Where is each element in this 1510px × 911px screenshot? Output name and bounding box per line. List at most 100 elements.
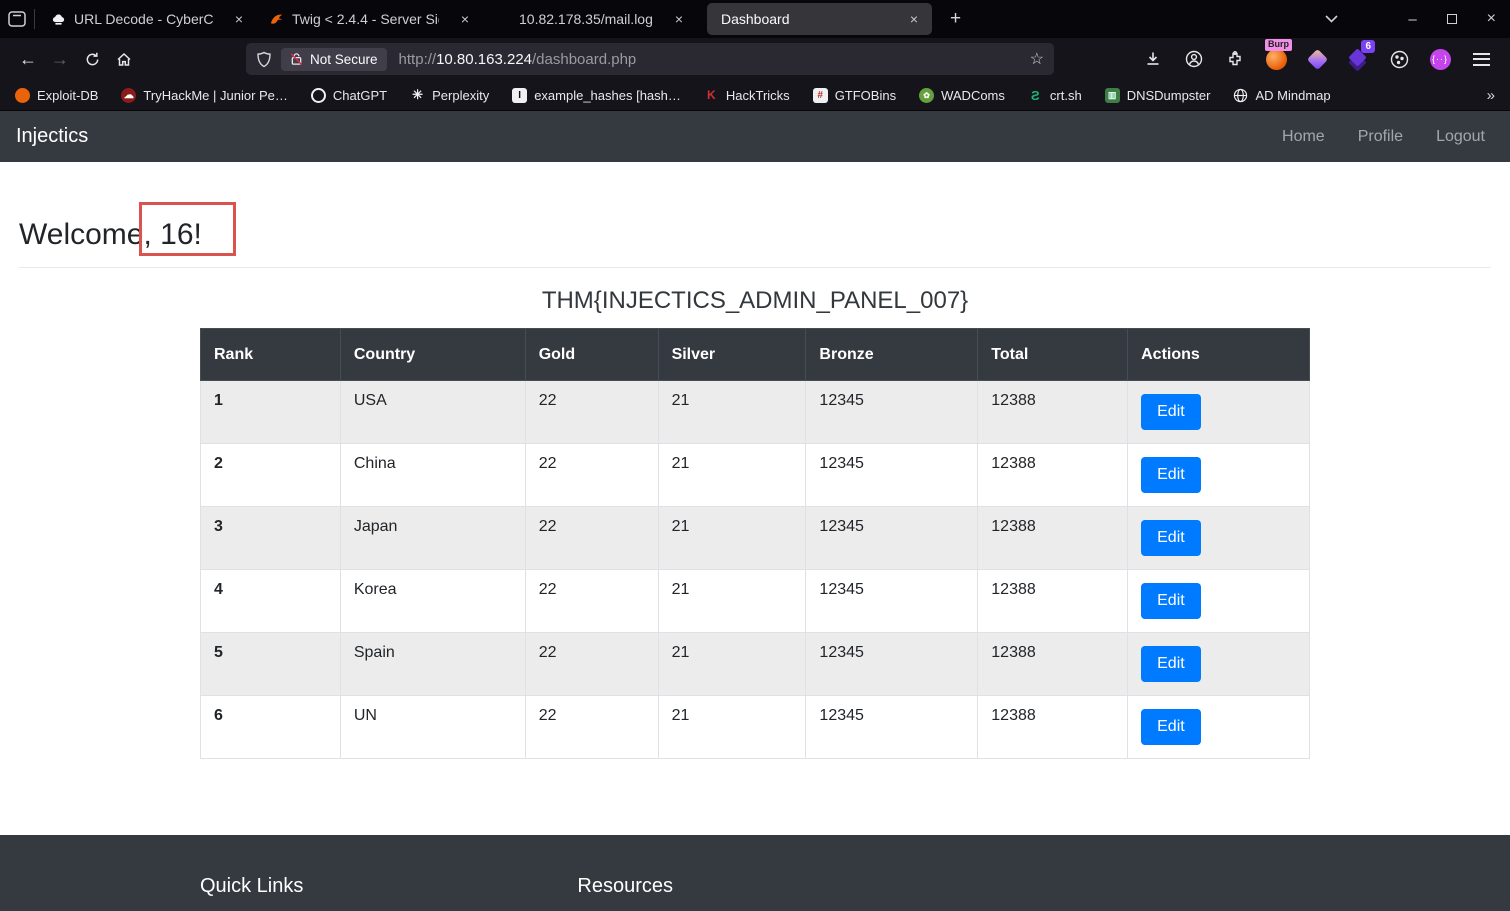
bookmark-hacktricks[interactable]: K HackTricks [704, 88, 790, 103]
tab-exploitdb-twig[interactable]: Twig < 2.4.4 - Server Side × [257, 0, 483, 38]
firefox-view-icon[interactable] [0, 0, 34, 38]
tab-dashboard-active[interactable]: Dashboard × [707, 3, 932, 35]
bookmark-ad-mindmap[interactable]: AD Mindmap [1233, 87, 1331, 103]
cell-rank: 1 [200, 380, 341, 444]
downloads-icon[interactable] [1140, 46, 1166, 72]
cell-bronze: 12345 [805, 569, 979, 633]
url-text: http://10.80.163.224/dashboard.php [399, 51, 637, 68]
welcome-prefix: Welcome, [19, 218, 152, 251]
bookmark-label: HackTricks [725, 87, 790, 103]
not-secure-chip[interactable]: Not Secure [281, 47, 387, 71]
forward-button: → [51, 48, 69, 69]
tab-close-icon[interactable]: × [457, 11, 473, 27]
tryhackme-icon: ☁ [121, 87, 137, 103]
cell-silver: 21 [657, 380, 807, 444]
bookmark-label: crt.sh [1049, 87, 1082, 103]
burp-badge: Burp [1265, 39, 1292, 51]
table-row: 5 Spain 22 21 12345 12388 Edit [200, 632, 1310, 696]
bookmark-label: Exploit-DB [37, 87, 99, 103]
bookmark-label: TryHackMe | Junior Pe… [143, 87, 288, 103]
cell-silver: 21 [657, 632, 807, 696]
bookmark-dnsdumpster[interactable]: ▥ DNSDumpster [1104, 87, 1210, 103]
tab-close-icon[interactable]: × [671, 11, 687, 27]
extensions-puzzle-icon[interactable] [1222, 46, 1248, 72]
app-menu-hamburger-icon[interactable] [1468, 46, 1494, 72]
edit-button[interactable]: Edit [1141, 520, 1201, 556]
perplexity-icon: ✳ [412, 87, 424, 102]
tab-mail-log[interactable]: 10.82.178.35/mail.log × [483, 0, 705, 38]
window-close-button[interactable]: × [1487, 10, 1496, 28]
home-button[interactable] [108, 44, 140, 74]
header-silver: Silver [657, 328, 807, 381]
security-status-text: Not Secure [310, 51, 378, 67]
cell-total: 12388 [977, 695, 1129, 759]
list-all-tabs-chevron-icon[interactable] [1325, 15, 1338, 23]
cell-country: Japan [339, 506, 526, 570]
cookie-editor-extension-icon[interactable] [1386, 46, 1412, 72]
cell-bronze: 12345 [805, 632, 979, 696]
bookmark-example-hashes[interactable]: I example_hashes [hash… [512, 87, 681, 103]
reload-button[interactable] [76, 44, 108, 74]
divider [19, 267, 1491, 268]
back-button[interactable]: ← [12, 44, 44, 74]
edit-button[interactable]: Edit [1141, 457, 1201, 493]
account-icon[interactable] [1181, 46, 1207, 72]
edit-button[interactable]: Edit [1141, 646, 1201, 682]
bookmark-label: AD Mindmap [1255, 87, 1331, 103]
welcome-heading: Welcome, 16! [19, 202, 1491, 256]
maximize-button[interactable] [1446, 14, 1457, 24]
bookmark-gtfobins[interactable]: # GTFOBins [812, 87, 896, 103]
nav-link-logout[interactable]: Logout [1428, 128, 1493, 146]
cell-country: UN [339, 695, 526, 759]
burp-suite-extension-icon[interactable]: Burp [1263, 39, 1292, 72]
cell-rank: 4 [200, 569, 341, 633]
site-navbar: Injectics Home Profile Logout [0, 111, 1510, 162]
tab-close-icon[interactable]: × [231, 11, 247, 27]
bookmark-wadcoms[interactable]: ✿ WADComs [919, 87, 1005, 103]
bookmark-crtsh[interactable]: Ƨ crt.sh [1028, 88, 1082, 103]
nav-link-profile[interactable]: Profile [1350, 128, 1411, 146]
edit-button[interactable]: Edit [1141, 394, 1201, 430]
hacktricks-icon: K [707, 88, 716, 102]
cell-bronze: 12345 [805, 443, 979, 507]
edit-button[interactable]: Edit [1141, 709, 1201, 745]
footer-resources-heading: Resources [577, 875, 673, 897]
bookmark-label: WADComs [941, 87, 1005, 103]
nav-link-home[interactable]: Home [1274, 128, 1333, 146]
bookmark-perplexity[interactable]: ✳ Perplexity [410, 87, 490, 103]
tab-title: URL Decode - CyberChef [74, 11, 213, 27]
dnsdumpster-icon: ▥ [1104, 87, 1120, 103]
cell-total: 12388 [977, 569, 1129, 633]
window-controls: – × [1408, 10, 1496, 28]
broken-lock-icon [290, 53, 303, 66]
layers-extension-icon[interactable]: 6 [1345, 40, 1375, 72]
cell-gold: 22 [524, 695, 659, 759]
header-total: Total [977, 328, 1129, 381]
cyberchef-chef-hat-icon [51, 12, 66, 27]
extension-count-badge: 6 [1361, 40, 1375, 53]
bookmark-exploit-db[interactable]: Exploit-DB [15, 87, 99, 103]
medals-panel: THM{INJECTICS_ADMIN_PANEL_007} Rank Coun… [200, 287, 1310, 759]
cell-bronze: 12345 [805, 695, 979, 759]
brand-injectics[interactable]: Injectics [16, 125, 88, 148]
new-tab-button[interactable]: + [938, 8, 973, 30]
cell-bronze: 12345 [805, 506, 979, 570]
bookmarks-overflow-chevron[interactable]: » [1487, 87, 1495, 104]
bookmark-chatgpt[interactable]: ChatGPT [310, 87, 388, 103]
bookmark-label: ChatGPT [332, 87, 388, 103]
foxyproxy-extension-icon[interactable] [1304, 46, 1330, 72]
tab-close-icon[interactable]: × [906, 11, 922, 27]
cell-country: Spain [339, 632, 526, 696]
minimize-button[interactable]: – [1408, 11, 1416, 28]
bookmark-label: Perplexity [432, 87, 490, 103]
bookmark-star-icon[interactable]: ☆ [1030, 49, 1044, 69]
cell-gold: 22 [524, 506, 659, 570]
address-bar[interactable]: Not Secure http://10.80.163.224/dashboar… [246, 43, 1054, 75]
tracking-shield-icon[interactable] [256, 51, 272, 68]
bookmarks-bar: Exploit-DB ☁ TryHackMe | Junior Pe… Chat… [0, 80, 1510, 111]
magenta-extension-icon[interactable]: {··} [1427, 46, 1453, 72]
edit-button[interactable]: Edit [1141, 583, 1201, 619]
bookmark-tryhackme[interactable]: ☁ TryHackMe | Junior Pe… [121, 87, 288, 103]
flag-heading: THM{INJECTICS_ADMIN_PANEL_007} [541, 287, 969, 314]
tab-cyberchef[interactable]: URL Decode - CyberChef × [39, 0, 257, 38]
